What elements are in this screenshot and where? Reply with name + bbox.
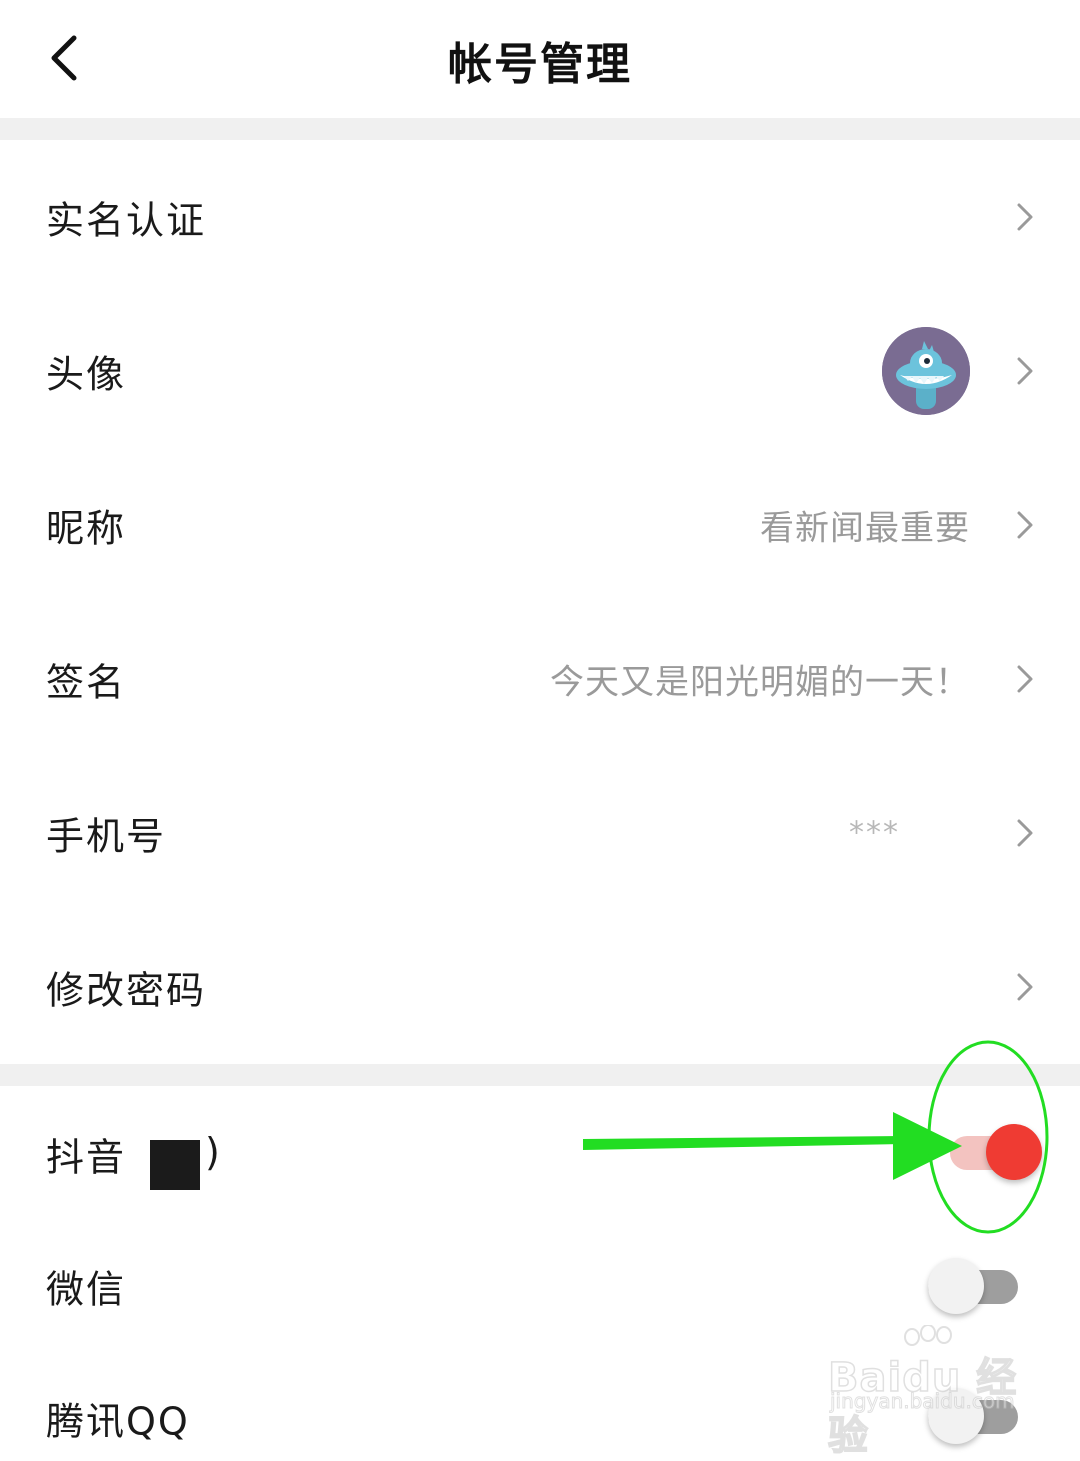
row-douyin-binding: 抖音 ) [0, 1086, 1080, 1226]
row-avatar[interactable]: 头像 [0, 294, 1080, 448]
row-label: 头像 [46, 352, 127, 397]
row-nickname[interactable]: 昵称 看新闻最重要 [0, 448, 1080, 602]
chevron-right-icon [1014, 815, 1036, 851]
douyin-toggle[interactable] [950, 1122, 1042, 1182]
row-label: 修改密码 [46, 968, 207, 1013]
row-phone-number[interactable]: 手机号 *** [0, 756, 1080, 910]
avatar[interactable] [882, 327, 970, 415]
row-label: 实名认证 [46, 198, 207, 243]
toggle-knob [986, 1124, 1042, 1180]
top-bar: 帐号管理 [0, 0, 1080, 118]
redacted-account [150, 1140, 200, 1190]
row-real-name-verification[interactable]: 实名认证 [0, 140, 1080, 294]
toggle-knob [928, 1258, 984, 1314]
chevron-right-icon [1014, 507, 1036, 543]
row-label: 微信 [46, 1267, 127, 1312]
phone-value: *** [849, 815, 900, 851]
section-divider [0, 118, 1080, 140]
wechat-toggle[interactable] [928, 1256, 1018, 1316]
chevron-right-icon [1014, 199, 1036, 235]
row-label: 签名 [46, 660, 127, 705]
row-label: 手机号 [46, 814, 167, 859]
baidu-jingyan-watermark: Baidu 经验 jingyan.baidu.com [827, 1325, 1028, 1460]
monster-avatar-icon [882, 327, 970, 415]
row-label: 昵称 [46, 506, 127, 551]
chevron-right-icon [1014, 353, 1036, 389]
row-change-password[interactable]: 修改密码 [0, 910, 1080, 1064]
row-label: 腾讯QQ [46, 1399, 190, 1444]
row-signature[interactable]: 签名 今天又是阳光明媚的一天！ [0, 602, 1080, 756]
page-title: 帐号管理 [448, 39, 632, 90]
row-label: 抖音 [46, 1135, 127, 1180]
chevron-right-icon [1014, 661, 1036, 697]
section-divider [0, 1064, 1080, 1086]
chevron-right-icon [1014, 969, 1036, 1005]
paren-close: ) [205, 1130, 220, 1174]
nickname-value: 看新闻最重要 [760, 508, 970, 549]
signature-value: 今天又是阳光明媚的一天！ [550, 662, 970, 703]
watermark-url: jingyan.baidu.com [830, 1389, 1016, 1414]
